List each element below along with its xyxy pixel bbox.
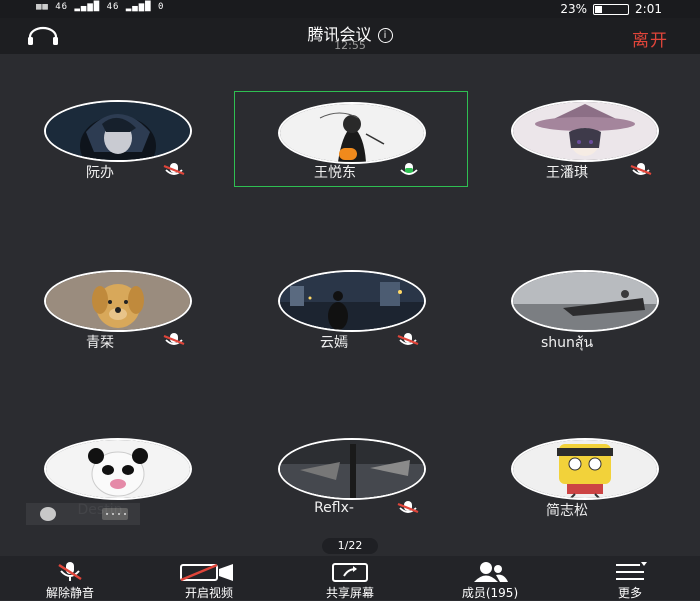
participant-tile[interactable]: shunสุ้น <box>467 262 699 356</box>
avatar <box>278 438 426 500</box>
bottom-toolbar: 解除静音 开启视频 共享屏幕 成员(195) 更多 <box>0 556 700 600</box>
menu-icon <box>616 562 647 580</box>
anime-avatar-image <box>46 102 190 160</box>
mic-muted-icon <box>397 501 419 514</box>
meeting-header: 腾讯会议 i 12:55 离开 <box>0 18 700 54</box>
battery-percent: 23% <box>560 2 588 16</box>
more-label: 更多 <box>617 586 642 600</box>
avatar <box>511 100 659 162</box>
mic-off-icon <box>58 562 82 581</box>
dog-avatar-image <box>46 272 190 330</box>
meeting-duration: 12:55 <box>334 39 366 52</box>
members-button[interactable]: 成员(195) <box>435 556 545 600</box>
host-badge-icon <box>339 148 357 160</box>
participant-name: 简志松 <box>546 503 588 519</box>
mic-muted-icon <box>397 333 419 346</box>
mic-active-icon <box>400 163 418 175</box>
mic-muted-icon <box>163 333 185 346</box>
avatar <box>44 270 192 332</box>
dark-scene-avatar-image <box>280 440 424 498</box>
participant-name: shunสุ้น <box>540 335 594 351</box>
share-screen-label: 共享屏幕 <box>325 586 374 600</box>
unmute-button[interactable]: 解除静音 <box>15 556 125 600</box>
start-video-label: 开启视频 <box>184 586 233 600</box>
unmute-label: 解除静音 <box>45 586 94 600</box>
panda-avatar-image <box>46 440 190 498</box>
leave-button[interactable]: 离开 <box>632 26 668 51</box>
emoji-icon[interactable] <box>40 507 56 521</box>
night-city-avatar-image <box>280 272 424 330</box>
video-off-icon <box>180 563 233 582</box>
avatar <box>44 100 192 162</box>
avatar <box>278 270 426 332</box>
participant-tile[interactable]: Reflx- <box>234 430 466 524</box>
members-icon <box>474 562 508 582</box>
share-screen-icon <box>332 563 368 582</box>
floating-reaction-bar[interactable] <box>26 503 140 525</box>
battery-icon <box>593 3 630 15</box>
avatar <box>511 270 659 332</box>
landscape-avatar-image <box>513 272 657 330</box>
mic-muted-icon <box>630 163 652 176</box>
mic-muted-icon <box>163 163 185 176</box>
page-indicator: 1/22 <box>322 538 378 554</box>
participant-tile-active[interactable]: 王悦东 <box>234 91 468 187</box>
share-screen-button[interactable]: 共享屏幕 <box>295 556 405 600</box>
participant-tile[interactable]: 青栞 <box>0 262 232 356</box>
avatar <box>44 438 192 500</box>
chat-keyboard-icon[interactable] <box>102 508 128 520</box>
status-bar: ▦▦ 46 ▂▄▆█ 46 ▂▄▆█ 0 23% 2:01 <box>0 0 700 18</box>
start-video-button[interactable]: 开启视频 <box>154 556 264 600</box>
sponge-avatar-image <box>513 440 657 498</box>
participant-tile[interactable]: 王潘琪 <box>467 92 699 186</box>
participant-tile[interactable]: 阮办 <box>0 92 232 186</box>
signal-indicators: ▦▦ 46 ▂▄▆█ 46 ▂▄▆█ 0 <box>36 2 165 12</box>
more-button[interactable]: 更多 <box>575 556 685 600</box>
participant-tile[interactable]: 云嫣 <box>234 262 466 356</box>
members-label: 成员(195) <box>461 586 519 600</box>
witch-avatar-image <box>513 102 657 160</box>
status-clock: 2:01 <box>635 2 662 16</box>
avatar <box>511 438 659 500</box>
participant-tile[interactable]: 简志松 <box>467 430 699 524</box>
